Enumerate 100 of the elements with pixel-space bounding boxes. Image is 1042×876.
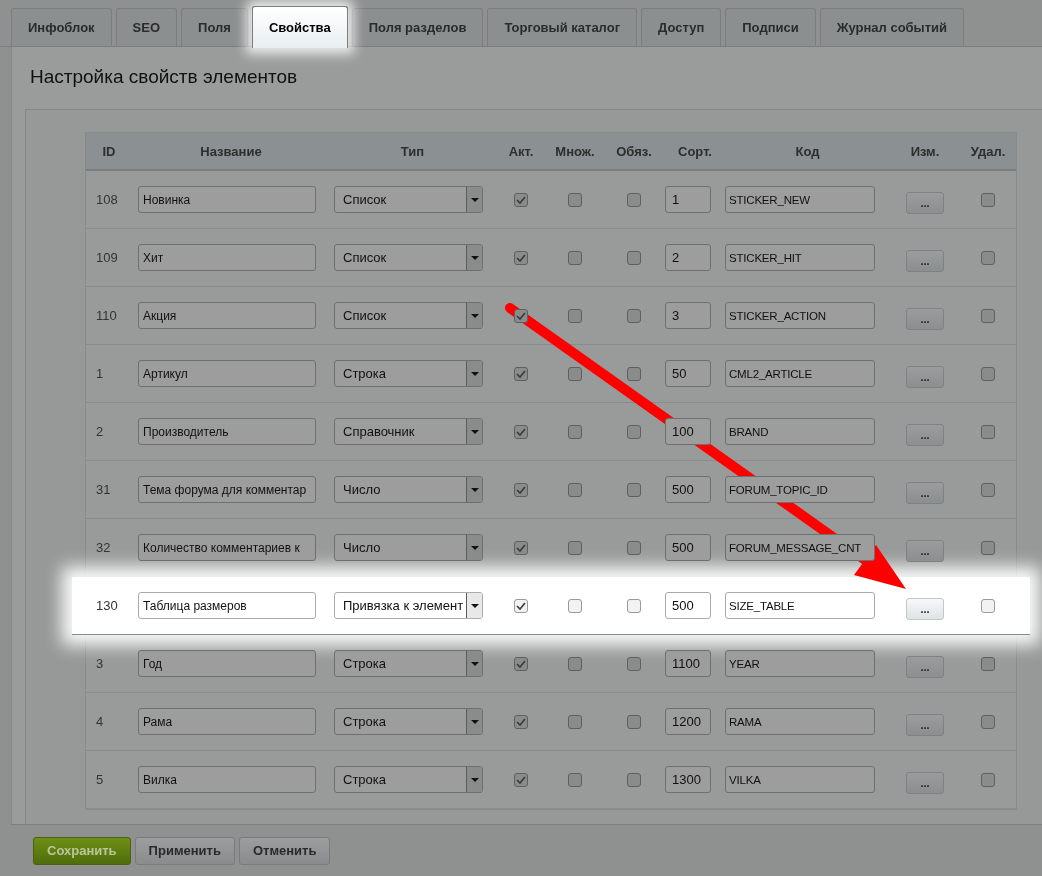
edit-button[interactable]: ...	[906, 713, 944, 736]
delete-checkbox[interactable]	[981, 192, 995, 207]
required-checkbox[interactable]	[627, 250, 641, 265]
edit-button[interactable]: ...	[906, 539, 944, 562]
delete-checkbox[interactable]	[981, 540, 995, 555]
sort-field[interactable]: 2	[665, 244, 711, 271]
active-checkbox[interactable]	[514, 482, 528, 497]
type-dropdown[interactable]: Строка	[334, 708, 483, 735]
sort-field[interactable]: 1300	[665, 766, 711, 793]
code-field[interactable]: STICKER_NEW	[725, 186, 875, 213]
delete-checkbox[interactable]	[981, 598, 995, 613]
name-field[interactable]: Производитель	[138, 418, 316, 445]
name-field[interactable]: Вилка	[138, 766, 316, 793]
required-checkbox[interactable]	[627, 308, 641, 323]
name-field[interactable]: Рама	[138, 708, 316, 735]
type-dropdown[interactable]: Привязка к элемент	[334, 592, 483, 619]
name-field[interactable]: Год	[138, 650, 316, 677]
active-checkbox[interactable]	[514, 772, 528, 787]
sort-field[interactable]: 500	[665, 476, 711, 503]
code-field[interactable]: CML2_ARTICLE	[725, 360, 875, 387]
edit-button[interactable]: ...	[906, 771, 944, 794]
multiple-checkbox[interactable]	[568, 540, 582, 555]
multiple-checkbox[interactable]	[568, 250, 582, 265]
sort-field[interactable]: 1200	[665, 708, 711, 735]
active-checkbox[interactable]	[514, 714, 528, 729]
code-field[interactable]: STICKER_ACTION	[725, 302, 875, 329]
delete-checkbox[interactable]	[981, 656, 995, 671]
edit-button[interactable]: ...	[906, 597, 944, 620]
delete-checkbox[interactable]	[981, 250, 995, 265]
code-field[interactable]: BRAND	[725, 418, 875, 445]
edit-button[interactable]: ...	[906, 191, 944, 214]
edit-button[interactable]: ...	[906, 655, 944, 678]
multiple-checkbox[interactable]	[568, 308, 582, 323]
active-checkbox[interactable]	[514, 250, 528, 265]
tab[interactable]: SEO	[115, 8, 178, 46]
tab[interactable]: Подписи	[725, 8, 816, 46]
sort-field[interactable]: 3	[665, 302, 711, 329]
name-field[interactable]: Таблица размеров	[138, 592, 316, 619]
sort-field[interactable]: 1	[665, 186, 711, 213]
sort-field[interactable]: 500	[665, 592, 711, 619]
required-checkbox[interactable]	[627, 656, 641, 671]
active-checkbox[interactable]	[514, 366, 528, 381]
type-dropdown[interactable]: Число	[334, 476, 483, 503]
multiple-checkbox[interactable]	[568, 772, 582, 787]
code-field[interactable]: YEAR	[725, 650, 875, 677]
required-checkbox[interactable]	[627, 714, 641, 729]
type-dropdown[interactable]: Список	[334, 244, 483, 271]
tab[interactable]: Журнал событий	[819, 8, 965, 46]
sort-field[interactable]: 50	[665, 360, 711, 387]
tab[interactable]: Инфоблок	[11, 8, 112, 46]
type-dropdown[interactable]: Строка	[334, 766, 483, 793]
active-checkbox[interactable]	[514, 656, 528, 671]
delete-checkbox[interactable]	[981, 308, 995, 323]
required-checkbox[interactable]	[627, 772, 641, 787]
form-button[interactable]: Применить	[134, 836, 235, 865]
tab[interactable]: Свойства	[251, 6, 348, 48]
required-checkbox[interactable]	[627, 482, 641, 497]
type-dropdown[interactable]: Строка	[334, 650, 483, 677]
required-checkbox[interactable]	[627, 598, 641, 613]
sort-field[interactable]: 500	[665, 534, 711, 561]
sort-field[interactable]: 1100	[665, 650, 711, 677]
code-field[interactable]: RAMA	[725, 708, 875, 735]
name-field[interactable]: Новинка	[138, 186, 316, 213]
edit-button[interactable]: ...	[906, 365, 944, 388]
delete-checkbox[interactable]	[981, 772, 995, 787]
type-dropdown[interactable]: Число	[334, 534, 483, 561]
edit-button[interactable]: ...	[906, 307, 944, 330]
edit-button[interactable]: ...	[906, 423, 944, 446]
code-field[interactable]: FORUM_MESSAGE_CNT	[725, 534, 875, 561]
sort-field[interactable]: 100	[665, 418, 711, 445]
name-field[interactable]: Количество комментариев к	[138, 534, 316, 561]
edit-button[interactable]: ...	[906, 249, 944, 272]
multiple-checkbox[interactable]	[568, 656, 582, 671]
code-field[interactable]: FORUM_TOPIC_ID	[725, 476, 875, 503]
delete-checkbox[interactable]	[981, 482, 995, 497]
type-dropdown[interactable]: Список	[334, 302, 483, 329]
delete-checkbox[interactable]	[981, 366, 995, 381]
multiple-checkbox[interactable]	[568, 482, 582, 497]
code-field[interactable]: VILKA	[725, 766, 875, 793]
tab[interactable]: Доступ	[641, 8, 722, 46]
type-dropdown[interactable]: Справочник	[334, 418, 483, 445]
active-checkbox[interactable]	[514, 192, 528, 207]
required-checkbox[interactable]	[627, 540, 641, 555]
form-button[interactable]: Отменить	[238, 836, 331, 865]
tab[interactable]: Поля разделов	[351, 8, 484, 46]
multiple-checkbox[interactable]	[568, 424, 582, 439]
active-checkbox[interactable]	[514, 308, 528, 323]
active-checkbox[interactable]	[514, 424, 528, 439]
multiple-checkbox[interactable]	[568, 598, 582, 613]
code-field[interactable]: STICKER_HIT	[725, 244, 875, 271]
type-dropdown[interactable]: Строка	[334, 360, 483, 387]
name-field[interactable]: Тема форума для комментар	[138, 476, 316, 503]
name-field[interactable]: Хит	[138, 244, 316, 271]
required-checkbox[interactable]	[627, 424, 641, 439]
active-checkbox[interactable]	[514, 540, 528, 555]
delete-checkbox[interactable]	[981, 424, 995, 439]
type-dropdown[interactable]: Список	[334, 186, 483, 213]
multiple-checkbox[interactable]	[568, 192, 582, 207]
multiple-checkbox[interactable]	[568, 714, 582, 729]
required-checkbox[interactable]	[627, 192, 641, 207]
